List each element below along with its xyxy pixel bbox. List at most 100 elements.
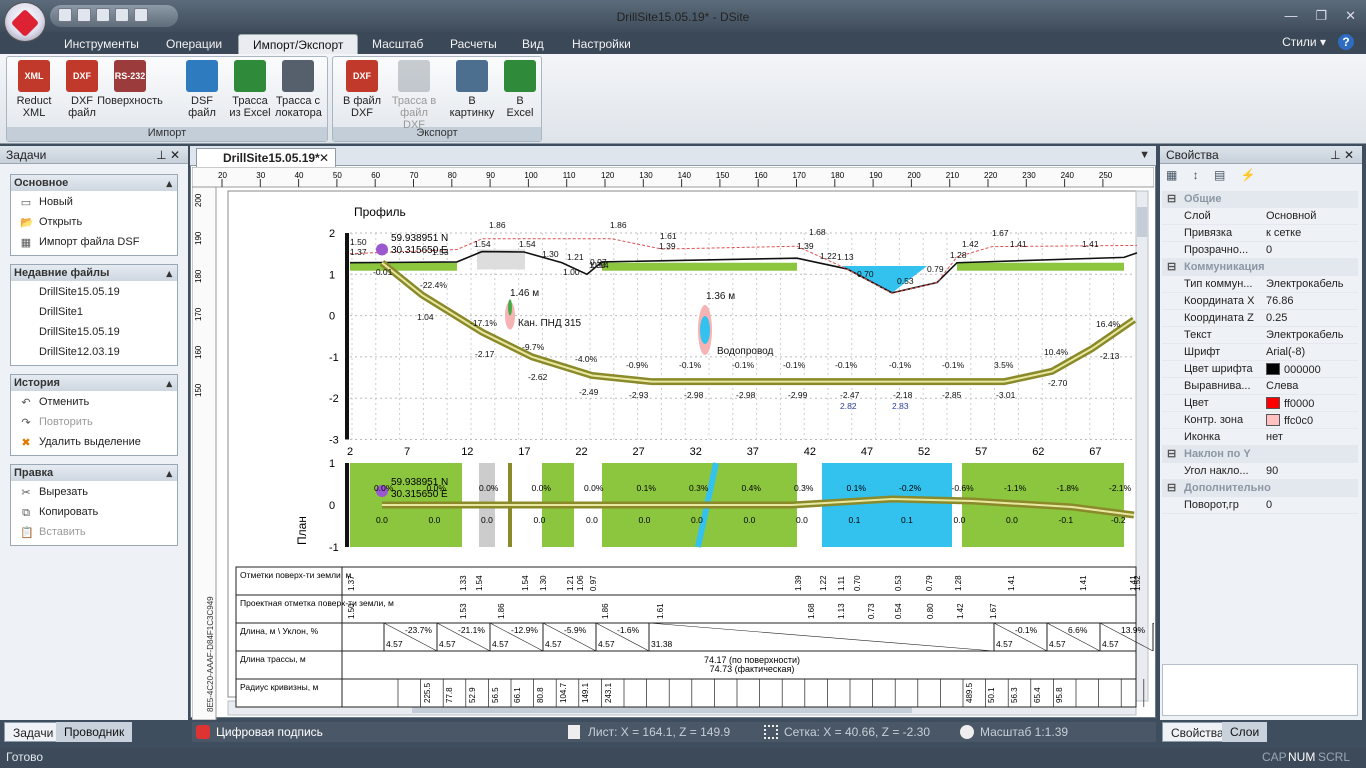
- curvature-radius: 52.9: [468, 687, 477, 703]
- entry-point-icon: [376, 243, 388, 256]
- help-icon[interactable]: ?: [1338, 34, 1354, 50]
- ribbon-button[interactable]: RS-232 Поверхность: [93, 60, 167, 107]
- drawing-canvas[interactable]: 20 30 40 50 60 70 80 90 100 110 120 130 140 150 160 170…: [192, 167, 1154, 720]
- property-category[interactable]: Общие: [1162, 191, 1358, 208]
- collapse-icon[interactable]: ▴: [166, 377, 172, 390]
- ribbon-tab[interactable]: Расчеты: [436, 34, 511, 54]
- property-row[interactable]: Иконка нет: [1162, 429, 1358, 446]
- document-tab-label: DrillSite15.05.19*: [223, 151, 320, 165]
- property-category[interactable]: Коммуникация: [1162, 259, 1358, 276]
- task-item[interactable]: ⧉ Копировать: [11, 503, 177, 523]
- task-item[interactable]: ▦ Импорт файла DSF: [11, 233, 177, 253]
- profile-label: -2.18: [893, 390, 913, 400]
- property-row[interactable]: Координата X 76.86: [1162, 293, 1358, 310]
- ribbon-tab[interactable]: Вид: [508, 34, 558, 54]
- project-elevation: 1.68: [807, 603, 816, 619]
- collapse-icon[interactable]: ▴: [166, 467, 172, 480]
- ruler-label: 170: [793, 171, 807, 180]
- styles-menu[interactable]: Стили ▾: [1282, 35, 1326, 49]
- ruler-label: 130: [639, 171, 653, 180]
- ribbon-button[interactable]: XML Reduct XML: [11, 60, 57, 119]
- plan-value-label: -0.1: [1059, 515, 1074, 525]
- profile-label: -0.1%: [783, 360, 806, 370]
- task-section-header[interactable]: Основное ▴: [11, 175, 177, 191]
- plan-slope-label: 0.3%: [794, 483, 814, 493]
- task-section-header[interactable]: Недавние файлы ▴: [11, 265, 177, 281]
- button-label: файл: [68, 107, 96, 119]
- property-value-text: Электрокабель: [1266, 329, 1344, 341]
- minimize-icon[interactable]: —: [1284, 8, 1297, 24]
- tab-layers[interactable]: Слои: [1222, 722, 1268, 742]
- property-category[interactable]: Наклон по Y: [1162, 446, 1358, 463]
- application-menu-button[interactable]: [4, 2, 46, 42]
- task-item[interactable]: DrillSite15.05.19: [11, 323, 177, 343]
- ribbon-tab[interactable]: Инструменты: [50, 34, 153, 54]
- ribbon-button[interactable]: DXF В файл DXF: [339, 60, 385, 119]
- segment-length: 4.57: [1102, 639, 1119, 649]
- task-item[interactable]: ↶ Отменить: [11, 393, 177, 413]
- profile-label: 1.13: [837, 252, 854, 262]
- task-item[interactable]: ✖ Удалить выделение: [11, 433, 177, 453]
- property-row[interactable]: Тип коммун... Электрокабель: [1162, 276, 1358, 293]
- properties-toolbar[interactable]: ▦ ↕ ▤ ⚡: [1160, 164, 1362, 186]
- task-item[interactable]: ✂ Вырезать: [11, 483, 177, 503]
- property-row[interactable]: Цвет ff0000: [1162, 395, 1358, 412]
- project-elevation: 1.53: [459, 603, 468, 619]
- property-row[interactable]: Текст Электрокабель: [1162, 327, 1358, 344]
- task-section-header[interactable]: Правка ▴: [11, 465, 177, 481]
- ribbon-button[interactable]: Трасса из Excel: [227, 60, 273, 119]
- property-row[interactable]: Привязка к сетке: [1162, 225, 1358, 242]
- close-icon[interactable]: ✕: [1345, 8, 1356, 24]
- task-item[interactable]: DrillSite12.03.19: [11, 343, 177, 363]
- close-tab-icon[interactable]: ✕: [319, 151, 329, 165]
- ribbon-button[interactable]: DSF файл: [179, 60, 225, 119]
- property-row[interactable]: Угол накло... 90: [1162, 463, 1358, 480]
- task-item-label: Отменить: [39, 396, 90, 408]
- ribbon-tab[interactable]: Настройки: [558, 34, 645, 54]
- tab-list-icon[interactable]: ▼: [1139, 149, 1150, 161]
- plan-y-label: -1: [329, 542, 339, 554]
- tab-explorer[interactable]: Проводник: [56, 722, 133, 742]
- surface-elevation: 1.52: [1133, 575, 1142, 591]
- signature-icon: [196, 725, 210, 739]
- property-row[interactable]: Выравнива... Слева: [1162, 378, 1358, 395]
- grass-strip: [957, 262, 1124, 271]
- property-row[interactable]: Прозрачно... 0: [1162, 242, 1358, 259]
- button-label: В файл: [342, 95, 382, 107]
- ruler-label: 250: [1099, 171, 1113, 180]
- task-item[interactable]: DrillSite1: [11, 303, 177, 323]
- task-item-label: Удалить выделение: [39, 436, 141, 448]
- ribbon-button[interactable]: В Excel: [497, 60, 543, 119]
- maximize-icon[interactable]: ❐: [1315, 8, 1327, 24]
- collapse-icon[interactable]: ▴: [166, 177, 172, 190]
- ribbon-button[interactable]: Трасса с локатора: [275, 60, 322, 119]
- property-row[interactable]: Цвет шрифта 000000: [1162, 361, 1358, 378]
- plan-value-label: 0.0: [429, 515, 441, 525]
- plan-slope-label: 0.0%: [479, 483, 499, 493]
- property-row[interactable]: Поворот,гр 0: [1162, 497, 1358, 514]
- property-row[interactable]: Шрифт Arial(-8): [1162, 344, 1358, 361]
- ribbon-tab[interactable]: Масштаб: [358, 34, 437, 54]
- property-row[interactable]: Координата Z 0.25: [1162, 310, 1358, 327]
- digital-signature[interactable]: Цифровая подпись: [216, 725, 323, 739]
- task-section-header[interactable]: История ▴: [11, 375, 177, 391]
- ribbon-button: Трасса в файл DXF: [391, 60, 437, 131]
- ribbon-tab[interactable]: Импорт/Экспорт: [238, 34, 359, 54]
- profile-label: 1.46 м: [510, 288, 539, 299]
- color-swatch: [1266, 363, 1280, 375]
- ribbon-tab[interactable]: Операции: [152, 34, 236, 54]
- pin-close-icons[interactable]: ⊥ ✕: [1330, 148, 1354, 162]
- property-row[interactable]: Слой Основной: [1162, 208, 1358, 225]
- tab-tasks[interactable]: Задачи: [4, 722, 63, 742]
- document-tab[interactable]: DrillSite15.05.19* ✕: [196, 148, 336, 167]
- property-category[interactable]: Дополнительно: [1162, 480, 1358, 497]
- ribbon-button[interactable]: Вкартинку: [449, 60, 495, 119]
- property-row[interactable]: Контр. зона ffc0c0: [1162, 412, 1358, 429]
- task-item[interactable]: 📂 Открыть: [11, 213, 177, 233]
- collapse-icon[interactable]: ▴: [166, 267, 172, 280]
- project-elevation: 1.61: [656, 603, 665, 619]
- task-item[interactable]: ▭ Новый: [11, 193, 177, 213]
- property-value-text: Слева: [1266, 380, 1299, 392]
- pin-close-icons[interactable]: ⊥ ✕: [156, 148, 180, 162]
- task-item[interactable]: DrillSite15.05.19: [11, 283, 177, 303]
